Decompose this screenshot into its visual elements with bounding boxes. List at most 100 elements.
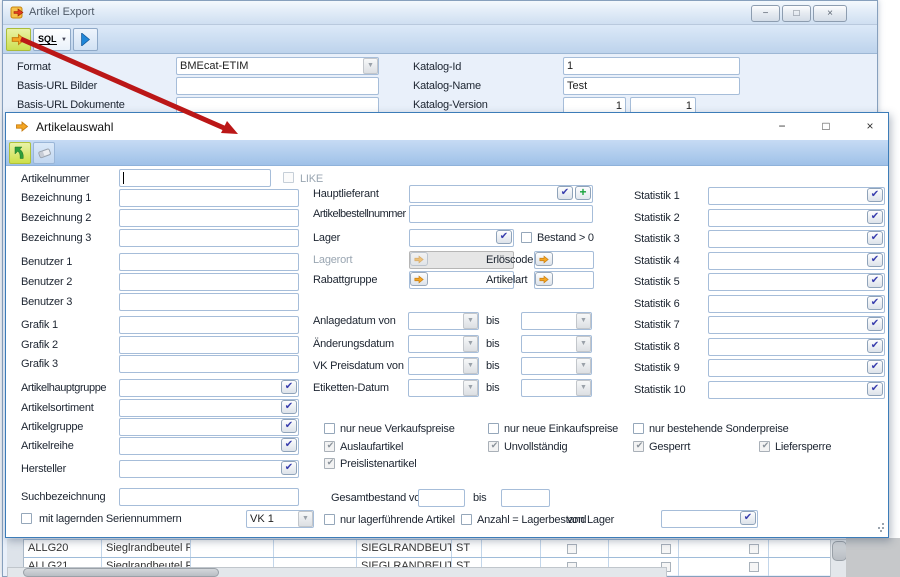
artikelgruppe-input[interactable] bbox=[119, 418, 299, 436]
select-check-button[interactable]: ✔ bbox=[281, 380, 297, 394]
select-check-button[interactable]: ✔ bbox=[867, 231, 883, 245]
suchbezeichnung-input[interactable] bbox=[119, 488, 299, 506]
grafik3-input[interactable] bbox=[119, 355, 299, 373]
date-dropdown-button[interactable]: ▼ bbox=[463, 336, 478, 352]
erloescode-lookup-button[interactable] bbox=[535, 252, 553, 266]
run-export-button[interactable] bbox=[6, 28, 31, 51]
bezeichnung1-input[interactable] bbox=[119, 189, 299, 207]
artikelart-lookup-button[interactable] bbox=[535, 272, 553, 286]
grafik1-input[interactable] bbox=[119, 316, 299, 334]
nur-bestehende-sonderpreise-checkbox[interactable] bbox=[633, 423, 644, 434]
date-dropdown-button[interactable]: ▼ bbox=[576, 358, 591, 374]
statistik9-input[interactable] bbox=[708, 359, 885, 377]
bestand-checkbox[interactable] bbox=[521, 232, 532, 243]
apply-selection-button[interactable] bbox=[9, 142, 31, 164]
dialog-maximize-button[interactable]: □ bbox=[810, 117, 842, 136]
select-check-button[interactable]: ✔ bbox=[281, 438, 297, 452]
bezeichnung2-input[interactable] bbox=[119, 209, 299, 227]
dialog-titlebar[interactable]: Artikelauswahl − □ × bbox=[6, 113, 888, 140]
select-check-button[interactable]: ✔ bbox=[867, 253, 883, 267]
vk-combobox: ▼ bbox=[246, 510, 314, 528]
statistik6-input[interactable] bbox=[708, 295, 885, 313]
artikelhauptgruppe-input[interactable] bbox=[119, 379, 299, 397]
auslaufartikel-checkbox[interactable]: ✔ bbox=[324, 441, 335, 452]
date-dropdown-button[interactable]: ▼ bbox=[463, 313, 478, 329]
statistik1-input[interactable] bbox=[708, 187, 885, 205]
nur-lagerfuehrende-checkbox[interactable] bbox=[324, 514, 335, 525]
horizontal-scrollbar-thumb[interactable] bbox=[23, 568, 219, 577]
maximize-button[interactable]: □ bbox=[782, 5, 811, 22]
preislistenartikel-checkbox[interactable]: ✔ bbox=[324, 458, 335, 469]
statistik5-input[interactable] bbox=[708, 273, 885, 291]
anzahl-lagerbestand-checkbox[interactable] bbox=[461, 514, 472, 525]
hersteller-input[interactable] bbox=[119, 460, 299, 478]
select-check-button[interactable]: ✔ bbox=[557, 186, 573, 200]
artikelreihe-input[interactable] bbox=[119, 437, 299, 455]
vertical-scrollbar-thumb[interactable] bbox=[832, 541, 847, 561]
statistik4-input[interactable] bbox=[708, 252, 885, 270]
gesperrt-checkbox[interactable]: ✔ bbox=[633, 441, 644, 452]
benutzer3-input[interactable] bbox=[119, 293, 299, 311]
unvollstaendig-checkbox[interactable]: ✔ bbox=[488, 441, 499, 452]
date-dropdown-button[interactable]: ▼ bbox=[576, 380, 591, 396]
katalog-name-input[interactable] bbox=[563, 77, 740, 95]
select-check-button[interactable]: ✔ bbox=[867, 360, 883, 374]
select-check-button[interactable]: ✔ bbox=[867, 274, 883, 288]
katalog-id-input[interactable] bbox=[563, 57, 740, 75]
row-checkbox[interactable] bbox=[567, 544, 577, 554]
date-dropdown-button[interactable]: ▼ bbox=[463, 358, 478, 374]
statistik8-input[interactable] bbox=[708, 338, 885, 356]
statistik2-input[interactable] bbox=[708, 209, 885, 227]
bezeichnung3-input[interactable] bbox=[119, 229, 299, 247]
nur-neue-einkaufspreise-checkbox[interactable] bbox=[488, 423, 499, 434]
liefersperre-checkbox[interactable]: ✔ bbox=[759, 441, 770, 452]
artikelbestellnummer-input[interactable] bbox=[409, 205, 593, 223]
select-check-button[interactable]: ✔ bbox=[740, 511, 756, 525]
row-checkbox[interactable] bbox=[661, 544, 671, 554]
select-check-button[interactable]: ✔ bbox=[867, 317, 883, 331]
select-check-button[interactable]: ✔ bbox=[867, 296, 883, 310]
grafik2-input[interactable] bbox=[119, 336, 299, 354]
dialog-minimize-button[interactable]: − bbox=[766, 117, 798, 136]
select-check-button[interactable]: ✔ bbox=[867, 210, 883, 224]
statistik7-input[interactable] bbox=[708, 316, 885, 334]
table-row[interactable]: ALLG20 Sieglrandbeutel P SIEGLRANDBEUTEL… bbox=[24, 539, 849, 557]
artikelnummer-input[interactable] bbox=[119, 169, 271, 187]
statistik3-input[interactable] bbox=[708, 230, 885, 248]
vk-dropdown-button[interactable]: ▼ bbox=[298, 511, 313, 527]
like-checkbox[interactable] bbox=[283, 172, 294, 183]
select-check-button[interactable]: ✔ bbox=[867, 382, 883, 396]
export-titlebar[interactable]: Artikel Export − □ × bbox=[3, 1, 877, 25]
select-check-button[interactable]: ✔ bbox=[496, 230, 512, 244]
basis-url-bilder-input[interactable] bbox=[176, 77, 379, 95]
dialog-close-button[interactable]: × bbox=[854, 117, 886, 136]
clear-filter-button[interactable] bbox=[33, 142, 55, 164]
nur-neue-verkaufspreise-checkbox[interactable] bbox=[324, 423, 335, 434]
close-button[interactable]: × bbox=[813, 5, 847, 22]
select-check-button[interactable]: ✔ bbox=[281, 400, 297, 414]
select-check-button[interactable]: ✔ bbox=[867, 339, 883, 353]
gesamtbestand-bis-input[interactable] bbox=[501, 489, 550, 507]
sql-button[interactable]: SQL ▼ bbox=[33, 28, 71, 51]
add-lieferant-button[interactable]: + bbox=[575, 186, 591, 200]
select-check-button[interactable]: ✔ bbox=[867, 188, 883, 202]
date-dropdown-button[interactable]: ▼ bbox=[463, 380, 478, 396]
artikelsortiment-input[interactable] bbox=[119, 399, 299, 417]
benutzer2-input[interactable] bbox=[119, 273, 299, 291]
row-checkbox[interactable] bbox=[749, 544, 759, 554]
gesamtbestand-von-input[interactable] bbox=[418, 489, 465, 507]
select-check-button[interactable]: ✔ bbox=[281, 419, 297, 433]
row-header[interactable] bbox=[7, 539, 24, 557]
format-dropdown-button[interactable]: ▼ bbox=[363, 58, 378, 74]
date-dropdown-button[interactable]: ▼ bbox=[576, 313, 591, 329]
date-dropdown-button[interactable]: ▼ bbox=[576, 336, 591, 352]
benutzer1-input[interactable] bbox=[119, 253, 299, 271]
statistik10-input[interactable] bbox=[708, 381, 885, 399]
minimize-button[interactable]: − bbox=[751, 5, 780, 22]
select-check-button[interactable]: ✔ bbox=[281, 461, 297, 475]
format-input[interactable] bbox=[176, 57, 379, 75]
start-button[interactable] bbox=[73, 28, 98, 51]
row-checkbox[interactable] bbox=[749, 562, 759, 572]
rabattgruppe-lookup-button[interactable] bbox=[410, 272, 428, 286]
seriennummern-checkbox[interactable] bbox=[21, 513, 32, 524]
